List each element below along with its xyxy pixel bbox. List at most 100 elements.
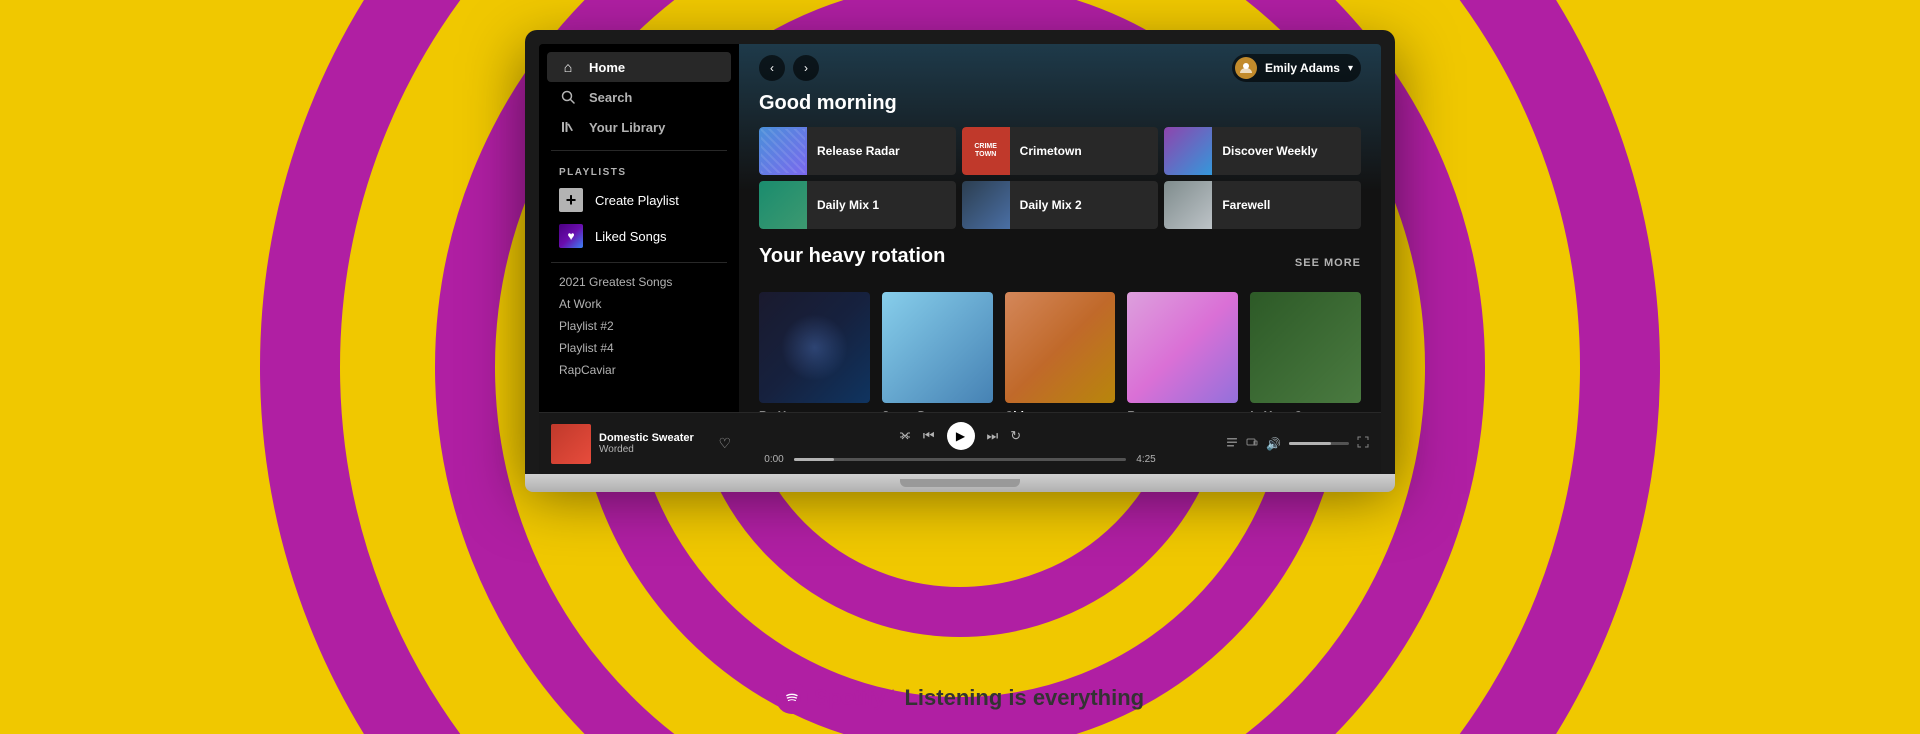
previous-button[interactable]: ⏮ — [923, 428, 935, 444]
user-name: Emily Adams — [1265, 61, 1340, 75]
discover-weekly-thumb — [1164, 127, 1212, 175]
playlist-item-0[interactable]: 2021 Greatest Songs — [539, 271, 739, 293]
crimetown-thumb: CRIMETOWN — [962, 127, 1010, 175]
rotation-grid: Be Happy Gene Evaro Jr. Some Days Ira Wo… — [759, 292, 1361, 412]
playlists-label: PLAYLISTS — [539, 159, 739, 182]
volume-bar[interactable] — [1289, 442, 1349, 445]
user-menu[interactable]: Emily Adams ▾ — [1232, 54, 1361, 82]
sidebar-item-search[interactable]: Search — [547, 82, 731, 112]
home-icon: ⌂ — [559, 58, 577, 76]
plus-icon: + — [559, 188, 583, 212]
player-controls: ⏮ ▶ ⏭ ↻ 0:00 4:25 — [739, 422, 1181, 465]
quick-label-farewell: Farewell — [1222, 198, 1270, 212]
quick-item-daily-mix-2[interactable]: Daily Mix 2 — [962, 181, 1159, 229]
branding-tagline: Listening is everything — [904, 685, 1144, 711]
farewell-thumb — [1164, 181, 1212, 229]
fullscreen-button[interactable] — [1357, 436, 1369, 451]
top-bar: ‹ › Emily Adams — [739, 44, 1381, 92]
now-playing-track: Domestic Sweater Worded ♡ — [551, 424, 731, 464]
in-your-car-thumb — [1250, 292, 1361, 403]
control-buttons: ⏮ ▶ ⏭ ↻ — [899, 422, 1021, 450]
main-area: ⌂ Home Search — [539, 44, 1381, 412]
rotation-header: Your heavy rotation SEE MORE — [759, 245, 1361, 280]
progress-track[interactable] — [794, 458, 1126, 461]
quick-label-crimetown: Crimetown — [1020, 144, 1082, 158]
nav-forward-button[interactable]: › — [793, 55, 819, 81]
daily-mix-2-thumb — [962, 181, 1010, 229]
playlist-item-4[interactable]: RapCaviar — [539, 359, 739, 381]
spotify-circle-icon — [776, 682, 808, 714]
liked-songs-label: Liked Songs — [595, 229, 667, 244]
quick-item-discover-weekly[interactable]: Discover Weekly — [1164, 127, 1361, 175]
quick-item-daily-mix-1[interactable]: Daily Mix 1 — [759, 181, 956, 229]
library-icon — [559, 118, 577, 136]
sidebar-divider-1 — [551, 150, 727, 151]
current-time: 0:00 — [760, 454, 788, 465]
greeting-section: Good morning Release Radar CRIMETOW — [739, 92, 1381, 245]
rotation-section: Your heavy rotation SEE MORE Be Happy Ge… — [739, 245, 1381, 412]
total-time: 4:25 — [1132, 454, 1160, 465]
spotify-app: ⌂ Home Search — [539, 44, 1381, 474]
spotify-branding: Spotify™ Listening is everything — [776, 682, 1144, 714]
liked-songs-button[interactable]: ♥ Liked Songs — [539, 218, 739, 254]
next-button[interactable]: ⏭ — [987, 428, 999, 444]
queue-button[interactable] — [1226, 436, 1238, 451]
volume-fill — [1289, 442, 1331, 445]
search-icon — [559, 88, 577, 106]
playlist-item-1[interactable]: At Work — [539, 293, 739, 315]
now-playing-thumb — [551, 424, 591, 464]
rotation-item-in-your-car[interactable]: In Your Car No Aloha — [1250, 292, 1361, 412]
progress-bar-container: 0:00 4:25 — [760, 454, 1160, 465]
spotify-logo: Spotify™ — [776, 682, 895, 714]
quick-label-daily-mix-2: Daily Mix 2 — [1020, 198, 1082, 212]
nav-back-button[interactable]: ‹ — [759, 55, 785, 81]
release-radar-thumb — [759, 127, 807, 175]
quick-label-discover-weekly: Discover Weekly — [1222, 144, 1317, 158]
play-pause-button[interactable]: ▶ — [947, 422, 975, 450]
quick-label-release-radar: Release Radar — [817, 144, 900, 158]
quick-item-farewell[interactable]: Farewell — [1164, 181, 1361, 229]
quick-item-crimetown[interactable]: CRIMETOWN Crimetown — [962, 127, 1159, 175]
volume-icon: 🔊 — [1266, 437, 1281, 451]
now-playing-title: Domestic Sweater — [599, 432, 710, 444]
now-playing-artist: Worded — [599, 444, 710, 455]
laptop-base — [525, 474, 1395, 492]
quick-item-release-radar[interactable]: Release Radar — [759, 127, 956, 175]
shuffle-button[interactable] — [899, 430, 911, 442]
repeat-button[interactable]: ↻ — [1010, 428, 1021, 444]
some-days-thumb — [882, 292, 993, 403]
now-playing-info: Domestic Sweater Worded — [599, 432, 710, 455]
right-controls: 🔊 — [1189, 436, 1369, 451]
now-playing-bar: Domestic Sweater Worded ♡ ⏮ — [539, 412, 1381, 474]
sidebar-item-library[interactable]: Your Library — [547, 112, 731, 142]
sidebar-nav: ⌂ Home Search — [539, 52, 739, 142]
laptop-screen: ⌂ Home Search — [539, 44, 1381, 474]
laptop-bezel: ⌂ Home Search — [525, 30, 1395, 474]
playlist-item-2[interactable]: Playlist #2 — [539, 315, 739, 337]
rotation-title: Your heavy rotation — [759, 245, 945, 268]
sidebar-home-label: Home — [589, 60, 625, 75]
progress-fill — [794, 458, 834, 461]
see-more-button[interactable]: SEE MORE — [1295, 257, 1361, 269]
user-avatar — [1235, 57, 1257, 79]
quick-label-daily-mix-1: Daily Mix 1 — [817, 198, 879, 212]
runaway-thumb — [1127, 292, 1238, 403]
spotify-wordmark: Spotify™ — [814, 685, 895, 711]
sidebar-search-label: Search — [589, 90, 632, 105]
heart-gradient-icon: ♥ — [559, 224, 583, 248]
devices-button[interactable] — [1246, 436, 1258, 451]
nav-buttons: ‹ › — [759, 55, 819, 81]
like-button[interactable]: ♡ — [718, 435, 731, 452]
create-playlist-button[interactable]: + Create Playlist — [539, 182, 739, 218]
chime-thumb — [1005, 292, 1116, 403]
rotation-item-chime[interactable]: Chime Alan Gogoll — [1005, 292, 1116, 412]
main-content: ‹ › Emily Adams — [739, 44, 1381, 412]
sidebar-item-home[interactable]: ⌂ Home — [547, 52, 731, 82]
sidebar: ⌂ Home Search — [539, 44, 739, 412]
rotation-item-be-happy[interactable]: Be Happy Gene Evaro Jr. — [759, 292, 870, 412]
sidebar-divider-2 — [551, 262, 727, 263]
laptop-notch — [900, 479, 1020, 487]
playlist-item-3[interactable]: Playlist #4 — [539, 337, 739, 359]
rotation-item-runaway[interactable]: Runaway Beast Coast — [1127, 292, 1238, 412]
rotation-item-some-days[interactable]: Some Days Ira Wolf — [882, 292, 993, 412]
